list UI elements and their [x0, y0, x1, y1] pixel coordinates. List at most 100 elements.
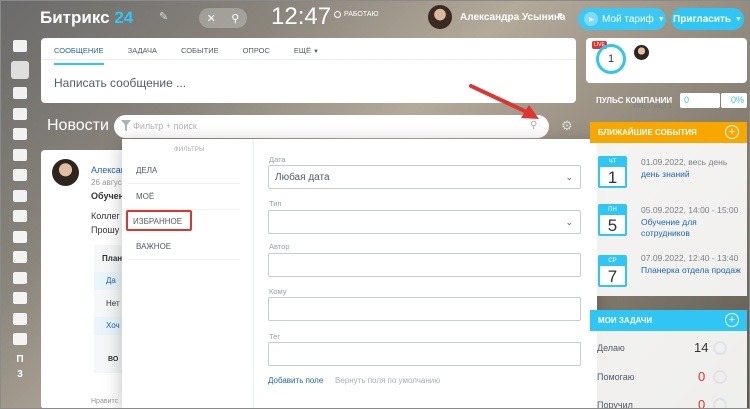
- preset-mine[interactable]: МОЁ: [128, 185, 240, 210]
- tag-field[interactable]: [268, 342, 581, 366]
- type-select[interactable]: ⌄: [268, 210, 581, 234]
- robot-icon[interactable]: [13, 271, 27, 284]
- gear-icon[interactable]: ⚙: [561, 118, 573, 134]
- task-row[interactable]: Делаю 14: [590, 336, 747, 360]
- pulse-widget[interactable]: LIVE 1 РАБОТАЮТ 1 ЗАВЕРШИЛИ 0: [586, 38, 747, 110]
- event-title[interactable]: день знаний: [641, 169, 746, 180]
- clock[interactable]: 12:47: [271, 3, 331, 31]
- invite-label: Пригласить: [673, 13, 732, 25]
- pencil-icon[interactable]: ✎: [159, 10, 168, 23]
- list-icon[interactable]: [13, 292, 27, 304]
- chevron-down-icon: ⌄: [565, 172, 573, 182]
- presets-header: ФИЛЬТРЫ: [174, 147, 205, 153]
- logo-text: Битрикс: [40, 8, 110, 27]
- task-row-label: Делаю: [597, 343, 625, 353]
- tasks-header[interactable]: МОИ ЗАДАЧИ +: [590, 310, 747, 331]
- reset-fields-link[interactable]: Вернуть поля по умолчанию: [335, 376, 440, 385]
- progress-ring-icon: [713, 398, 727, 409]
- filter-icon[interactable]: [13, 251, 27, 263]
- task-row-count: 14: [694, 340, 709, 355]
- recipient-field[interactable]: [268, 297, 581, 321]
- event-day: 7: [607, 267, 618, 286]
- chevron-down-icon[interactable]: ▼: [556, 11, 564, 20]
- avatar[interactable]: [634, 45, 649, 60]
- task-row-label: Поручил: [597, 400, 633, 409]
- mail-icon[interactable]: [13, 189, 27, 202]
- event-day: 1: [607, 168, 618, 187]
- document-icon[interactable]: [13, 148, 27, 161]
- vote-button[interactable]: ВО: [108, 356, 118, 363]
- add-field-link[interactable]: Добавить поле: [268, 376, 323, 385]
- user-name[interactable]: Александра Усынина: [460, 12, 565, 23]
- chevron-down-icon: ▼: [313, 49, 319, 55]
- funnel-icon: [121, 120, 131, 131]
- preset-important[interactable]: ВАЖНОЕ: [128, 235, 240, 260]
- field-label-type: Тип: [269, 199, 282, 208]
- calendar-icon[interactable]: [13, 128, 27, 140]
- preset-favorites[interactable]: ИЗБРАННОЕ: [126, 210, 192, 231]
- add-icon[interactable]: +: [725, 313, 739, 327]
- search-icon[interactable]: ⚲: [231, 12, 239, 25]
- status-dot-icon: [334, 11, 341, 18]
- sidebar-item-p[interactable]: П: [10, 354, 30, 365]
- events-list: ЧТ 1 01.09.2022, весь день день знаний ПН…: [590, 143, 747, 296]
- filter-popup: ФИЛЬТРЫ ДЕЛА МОЁ ИЗБРАННОЕ ВАЖНОЕ Дата Л…: [122, 139, 597, 409]
- event-time: 05.09.2022, 14:00 - 15:00: [641, 205, 739, 215]
- close-icon[interactable]: ✕: [207, 12, 216, 25]
- company-pulse-label: ПУЛЬС КОМПАНИИ: [596, 96, 673, 105]
- tab-task[interactable]: ЗАДАЧА: [128, 46, 157, 59]
- like-link[interactable]: Нравитс: [91, 398, 118, 405]
- add-icon[interactable]: +: [725, 125, 739, 139]
- poll-option-label: Хоч: [106, 321, 120, 330]
- menu-icon[interactable]: [13, 40, 27, 52]
- left-sidebar: П 3: [10, 40, 30, 384]
- event-dow: СР: [600, 257, 625, 266]
- message-input[interactable]: Написать сообщение ...: [54, 76, 186, 90]
- work-status-label: РАБОТАЮ: [344, 11, 379, 18]
- preset-tasks[interactable]: ДЕЛА: [128, 159, 240, 184]
- tab-event[interactable]: СОБЫТИЕ: [181, 46, 219, 59]
- company-pulse[interactable]: ПУЛЬС КОМПАНИИ 0 0%: [586, 91, 747, 110]
- tab-more-label: ЕЩЁ: [293, 46, 311, 55]
- android-icon[interactable]: [13, 312, 27, 325]
- top-search[interactable]: ✕ ⚲: [199, 8, 247, 28]
- avatar[interactable]: [52, 159, 79, 186]
- box-icon[interactable]: [13, 333, 27, 345]
- preset-label: ИЗБРАННОЕ: [133, 217, 183, 226]
- events-header[interactable]: БЛИЖАЙШИЕ СОБЫТИЯ +: [590, 122, 747, 143]
- tab-message[interactable]: СООБЩЕНИЕ: [54, 46, 104, 65]
- calendar-date-icon: ЧТ 1: [598, 156, 627, 188]
- feed-icon[interactable]: [11, 60, 29, 79]
- pulse-circle: 1: [596, 44, 626, 74]
- chat-icon[interactable]: [13, 87, 27, 99]
- filter-placeholder: Фильтр + поиск: [133, 121, 197, 131]
- date-select-value: Любая дата: [275, 172, 330, 183]
- work-status[interactable]: РАБОТАЮ: [334, 11, 379, 18]
- group-icon[interactable]: [13, 210, 27, 222]
- task-row[interactable]: Поручил 0: [590, 393, 747, 409]
- checklist-icon[interactable]: [13, 230, 27, 243]
- preset-label: ДЕЛА: [136, 166, 158, 175]
- event-time: 01.09.2022, весь день: [641, 157, 728, 167]
- logo-number: 24: [114, 8, 134, 27]
- author-field[interactable]: [268, 253, 581, 277]
- drive-icon[interactable]: [13, 169, 27, 181]
- preset-label: ВАЖНОЕ: [136, 242, 172, 251]
- task-row-label: Помогаю: [597, 372, 635, 382]
- tasks-icon[interactable]: [13, 107, 27, 120]
- chevron-down-icon: ⌄: [565, 217, 573, 227]
- post-text-line: Коллег: [91, 211, 120, 221]
- sidebar-item-3[interactable]: 3: [10, 369, 30, 380]
- date-select[interactable]: Любая дата ⌄: [268, 165, 581, 189]
- invite-button[interactable]: Пригласить ▼: [671, 8, 744, 30]
- tariff-button[interactable]: ➤ Мой тариф ▼: [578, 8, 666, 30]
- logo[interactable]: Битрикс 24: [40, 8, 133, 28]
- task-row[interactable]: Помогаю 0: [590, 365, 747, 389]
- event-title[interactable]: Планерка отдела продаж: [641, 265, 746, 276]
- event-title[interactable]: Обучение для сотрудников: [641, 217, 746, 239]
- poll-option-label: Да: [106, 276, 116, 285]
- tab-poll[interactable]: ОПРОС: [243, 46, 270, 59]
- calendar-date-icon: ПН 5: [598, 204, 627, 236]
- tab-more[interactable]: ЕЩЁ ▼: [294, 46, 319, 59]
- avatar[interactable]: [428, 5, 452, 29]
